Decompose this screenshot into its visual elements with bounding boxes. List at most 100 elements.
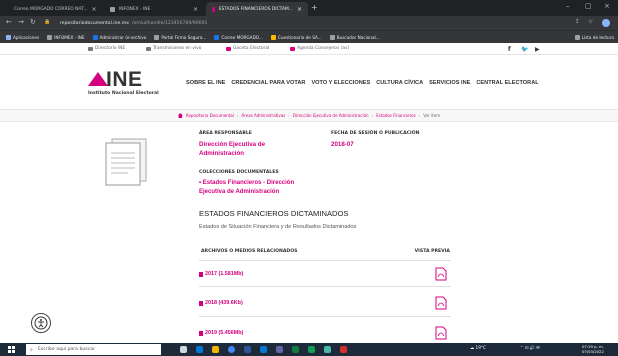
bookmark-administrar[interactable]: Administrar (e-archivo <box>92 34 146 40</box>
tab-correo[interactable]: Correo MORGADO CORREO NAT... × <box>4 2 102 16</box>
clock[interactable]: 07:29 p. m. 07/03/2022 <box>582 344 604 354</box>
breadcrumb-direccion[interactable]: Dirección Ejecutiva de Administración <box>293 113 369 118</box>
date-value: 2018-07 <box>331 141 354 148</box>
url-field[interactable]: repositoriodocumental.ine.mx/xmlui/handl… <box>60 18 207 28</box>
pdf-preview-icon[interactable] <box>435 267 447 281</box>
apps-grid-icon <box>6 34 11 40</box>
search-icon: ⌕ <box>30 346 33 353</box>
home-icon[interactable] <box>177 113 183 118</box>
facebook-icon[interactable]: f <box>508 46 511 53</box>
bookmark-portal-firma[interactable]: Portal Firma Segura... <box>154 34 206 40</box>
pdf-preview-icon[interactable] <box>435 296 447 310</box>
weather-widget[interactable]: ☁ 19°C <box>470 345 486 350</box>
excel-icon[interactable] <box>292 346 299 353</box>
search-placeholder: Escribe aquí para buscar <box>38 347 95 352</box>
ine-favicon-icon <box>212 6 215 12</box>
logo-text: INE <box>106 68 143 91</box>
browser-tab-strip: Correo MORGADO CORREO NAT... × INFONEX -… <box>0 0 618 16</box>
file-row: 2018 (439.6Kb) <box>199 296 451 314</box>
nav-central-electoral[interactable]: CENTRAL ELECTORAL <box>476 80 538 86</box>
bookmark-cuestionario[interactable]: Cuestionario de SA... <box>270 34 322 40</box>
breadcrumb-estados[interactable]: Estados Financieros <box>376 113 415 118</box>
bookmark-apps[interactable]: Aplicaciones <box>6 34 39 40</box>
minimize-icon[interactable]: – <box>566 2 570 10</box>
close-window-icon[interactable]: × <box>604 2 610 10</box>
topbar-transmisiones[interactable]: Transmisiones en vivo <box>146 46 201 51</box>
calendar-icon <box>290 46 295 51</box>
taskbar-search-input[interactable]: ⌕ Escribe aquí para buscar <box>26 344 161 355</box>
tab-infonex[interactable]: INFONEX - INE × <box>104 2 204 16</box>
bookmark-buscador[interactable]: Buscador Nacional... <box>329 34 380 40</box>
area-label: ÁREA RESPONSABLE <box>199 131 252 136</box>
share-icon[interactable]: ⇪ <box>575 18 580 25</box>
topbar-label: Gaceta Electoral <box>233 46 270 51</box>
files-table-header: ARCHIVOS O MEDIOS RELACIONADOS VISTA PRE… <box>199 249 451 259</box>
col-files: ARCHIVOS O MEDIOS RELACIONADOS <box>201 249 298 254</box>
star-icon[interactable]: ☆ <box>588 18 593 25</box>
area-value[interactable]: Dirección Ejecutiva de Administración <box>199 140 265 158</box>
task-view-icon[interactable] <box>180 346 187 353</box>
weather-temp: 19°C <box>475 345 486 350</box>
close-icon[interactable]: × <box>297 6 302 13</box>
twitter-icon[interactable]: 🐦 <box>521 46 528 53</box>
new-tab-button[interactable]: + <box>311 3 318 12</box>
windows-start-icon[interactable] <box>8 346 15 353</box>
file-link-2019[interactable]: 2019 (5.456Mb) <box>199 330 243 336</box>
teal-app-icon[interactable] <box>324 346 331 353</box>
reading-list[interactable]: Lista de lectura <box>574 34 614 40</box>
back-icon[interactable]: ← <box>6 18 12 26</box>
nav-cultura-civica[interactable]: CULTURA CÍVICA <box>376 80 423 86</box>
file-label: 2018 (439.6Kb) <box>205 300 243 306</box>
collections-label: COLECCIONES DOCUMENTALES <box>199 170 279 175</box>
collection-link[interactable]: • Estados Financieros - Dirección Ejecut… <box>199 179 294 197</box>
system-tray-icons[interactable]: ⌃ ⊡ 🔊 ✉ <box>520 345 540 351</box>
accessibility-button[interactable] <box>31 313 51 333</box>
file-explorer-icon[interactable] <box>212 346 219 353</box>
globe-icon <box>110 6 115 12</box>
site-top-bar: Directorio INE Transmisiones en vivo Gac… <box>0 43 618 55</box>
reload-icon[interactable]: ↻ <box>30 18 36 26</box>
page-viewport: Directorio INE Transmisiones en vivo Gac… <box>0 43 618 343</box>
close-icon[interactable]: × <box>91 6 96 13</box>
bookmark-infomex[interactable]: INFOMEX - INE <box>47 34 85 40</box>
form-icon <box>270 34 276 40</box>
acrobat-icon[interactable] <box>340 346 347 353</box>
forward-icon[interactable]: → <box>18 18 24 26</box>
youtube-icon[interactable]: ▶ <box>535 46 540 53</box>
nav-voto-elecciones[interactable]: VOTO Y ELECCIONES <box>311 80 370 86</box>
bookmark-correo[interactable]: Correo MORGADO... <box>214 34 263 40</box>
maximize-icon[interactable]: ▢ <box>585 2 592 10</box>
breadcrumb-repositorio[interactable]: Repositorio Documental <box>186 113 234 118</box>
teams-icon[interactable] <box>276 346 283 353</box>
file-label: 2017 (1.581Mb) <box>205 271 244 277</box>
chrome-icon[interactable] <box>228 346 235 353</box>
accessibility-icon <box>34 316 48 330</box>
pdf-preview-icon[interactable] <box>435 326 447 340</box>
breadcrumb-separator: › <box>236 113 239 118</box>
bookmark-label: INFOMEX - INE <box>54 34 85 40</box>
collection-line: Ejecutiva de Administración <box>199 189 280 195</box>
edge-icon[interactable] <box>196 346 203 353</box>
area-value-line: Dirección Ejecutiva de <box>199 141 266 148</box>
mail-icon <box>214 34 220 40</box>
topbar-directorio[interactable]: Directorio INE <box>88 46 125 51</box>
breadcrumb-areas[interactable]: Áreas Administrativas <box>241 113 285 118</box>
item-subtitle: Estados de Situación Financiera y de Res… <box>199 224 357 230</box>
file-link-2018[interactable]: 2018 (439.6Kb) <box>199 300 243 306</box>
nav-credencial[interactable]: CREDENCIAL PARA VOTAR <box>231 80 305 86</box>
outlook-icon[interactable] <box>260 346 267 353</box>
profile-avatar[interactable] <box>602 19 610 27</box>
file-link-2017[interactable]: 2017 (1.581Mb) <box>199 271 243 277</box>
bookmark-label: Lista de lectura <box>581 34 614 40</box>
topbar-agenda[interactable]: Agenda Consejeros (as) <box>290 46 349 51</box>
topbar-gaceta[interactable]: Gaceta Electoral <box>226 46 269 51</box>
word-icon[interactable] <box>244 346 251 353</box>
tab-estados-financieros[interactable]: ESTADOS FINANCIEROS DICTAM... × <box>206 2 308 16</box>
tab-label: ESTADOS FINANCIEROS DICTAM... <box>218 6 293 12</box>
nav-servicios[interactable]: SERVICIOS INE <box>429 80 470 86</box>
nav-sobre-el-ine[interactable]: SOBRE EL INE <box>186 80 225 86</box>
lock-icon[interactable]: 🔒 <box>44 19 50 25</box>
green-app-icon[interactable] <box>308 346 315 353</box>
close-icon[interactable]: × <box>193 6 198 13</box>
bookmark-label: Buscador Nacional... <box>336 34 380 40</box>
